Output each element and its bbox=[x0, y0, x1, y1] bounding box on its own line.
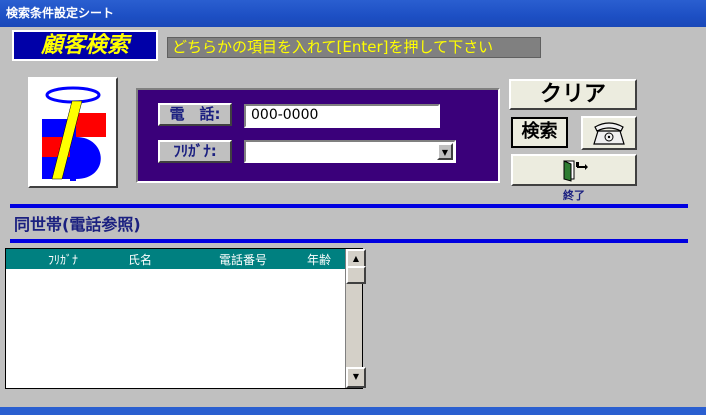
furigana-label: ﾌﾘｶﾞﾅ: bbox=[158, 140, 232, 163]
chevron-up-icon: ▲ bbox=[352, 254, 360, 263]
column-header-age: 年齢 bbox=[307, 253, 332, 267]
logo-graphic bbox=[42, 86, 106, 181]
clear-button[interactable]: クリア bbox=[509, 79, 637, 110]
exit-door-icon bbox=[563, 160, 588, 182]
exit-button[interactable] bbox=[511, 154, 637, 186]
scroll-down-button[interactable]: ▼ bbox=[346, 367, 366, 388]
column-header-furigana: ﾌﾘｶﾞﾅ bbox=[48, 253, 79, 267]
household-list[interactable]: ﾌﾘｶﾞﾅ 氏名 電話番号 年齢 ▲ ▼ bbox=[5, 248, 366, 389]
telephone-icon bbox=[593, 122, 625, 145]
section-divider-top bbox=[10, 204, 688, 208]
company-logo bbox=[28, 77, 118, 188]
chevron-down-icon: ▼ bbox=[441, 148, 449, 157]
vertical-scrollbar[interactable]: ▲ ▼ bbox=[345, 249, 366, 388]
column-header-phone: 電話番号 bbox=[219, 253, 268, 267]
furigana-combobox[interactable]: ▼ bbox=[244, 140, 456, 163]
column-header-name: 氏名 bbox=[128, 253, 153, 267]
instruction-text: どちらかの項目を入れて[Enter]を押して下さい bbox=[167, 37, 541, 58]
household-section-title: 同世帯(電話参照) bbox=[14, 215, 141, 234]
phone-label: 電 話: bbox=[158, 103, 232, 126]
scroll-thumb[interactable] bbox=[346, 266, 366, 284]
search-button[interactable]: 検索 bbox=[511, 117, 568, 148]
list-header: ﾌﾘｶﾞﾅ 氏名 電話番号 年齢 bbox=[6, 249, 346, 269]
chevron-down-icon: ▼ bbox=[352, 372, 360, 381]
furigana-dropdown-button[interactable]: ▼ bbox=[437, 143, 453, 160]
exit-label: 終了 bbox=[563, 189, 585, 202]
window-title-bar: 検索条件設定シート bbox=[0, 0, 706, 27]
page-title: 顧客検索 bbox=[12, 30, 158, 61]
telephone-button[interactable] bbox=[581, 116, 637, 150]
window-title: 検索条件設定シート bbox=[6, 6, 115, 20]
phone-input[interactable]: 000-0000 bbox=[244, 104, 440, 128]
section-divider-bottom bbox=[10, 239, 688, 243]
window-bottom-border bbox=[0, 407, 706, 415]
